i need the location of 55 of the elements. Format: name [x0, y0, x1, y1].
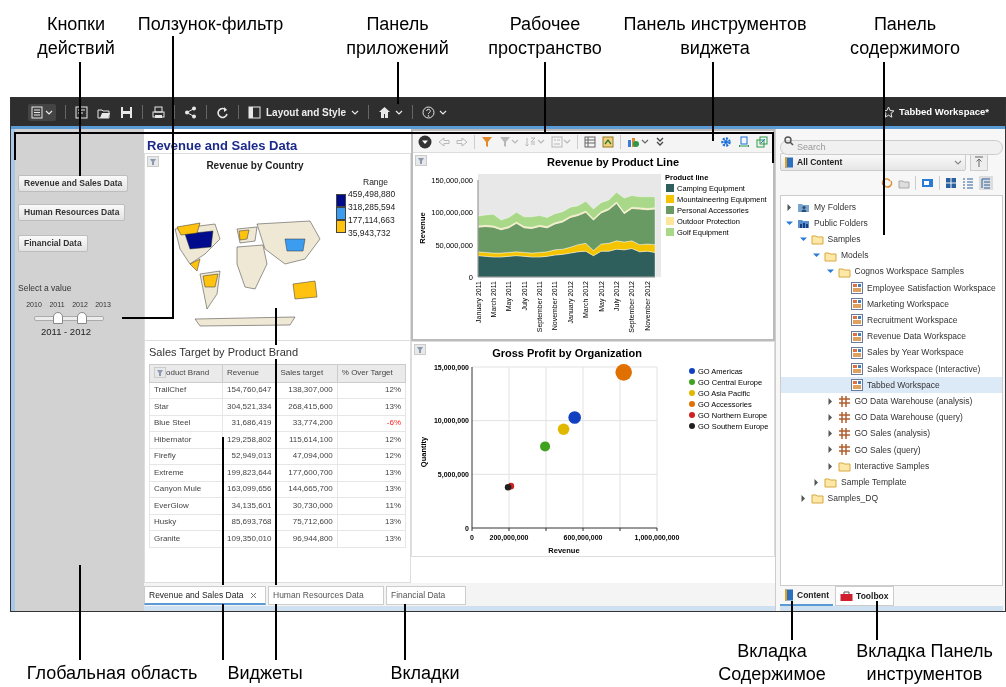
- table-cell: 12%: [337, 431, 406, 448]
- table-cell: 96,944,800: [276, 530, 338, 547]
- table-cell: 12%: [337, 382, 406, 399]
- table-cell: 13%: [337, 464, 406, 481]
- callout-label: Вкладка Панель инструментов: [855, 640, 994, 686]
- table-cell: Firefly: [149, 448, 223, 465]
- table-cell: Husky: [149, 514, 223, 531]
- callout-label: Кнопки действий: [36, 13, 116, 60]
- callout-label: Рабочее пространство: [487, 13, 603, 60]
- table-cell: 13%: [337, 514, 406, 531]
- table-cell: 11%: [337, 497, 406, 514]
- table-cell: 268,415,600: [276, 398, 338, 415]
- slider-value: 2011 - 2012: [41, 325, 92, 340]
- table-cell: Hibernator: [149, 431, 223, 448]
- legend-label: 459,498,880: [348, 188, 396, 201]
- table-cell: 12%: [337, 448, 406, 465]
- callout-label: Ползунок-фильтр: [136, 13, 285, 36]
- callout-label: Вкладка Содержимое: [717, 640, 827, 686]
- table-cell: 144,665,700: [276, 481, 338, 498]
- table-cell: 138,307,000: [276, 382, 338, 399]
- workspace-name: Tabbed Workspace*: [899, 104, 989, 119]
- legend-label: 318,285,594: [348, 201, 396, 214]
- table-cell: EverGlow: [149, 497, 223, 514]
- callout-label: Виджеты: [226, 662, 304, 685]
- column-header-label: oduct Brand: [166, 368, 210, 377]
- table-cell: Granite: [149, 530, 223, 547]
- dropdown-value: All Content: [797, 155, 844, 169]
- table-cell: 33,774,200: [276, 415, 338, 432]
- callout-label: Панель инструментов виджета: [622, 13, 808, 60]
- legend-label: 177,114,663: [348, 214, 396, 227]
- chart-title: Revenue by Product Line: [547, 156, 679, 168]
- table-cell: Extreme: [149, 464, 223, 481]
- table-cell: 13%: [337, 398, 406, 415]
- callout-label: Вкладки: [389, 662, 461, 685]
- legend-title: Range: [363, 176, 389, 189]
- callout-label: Глобальная область: [25, 662, 199, 685]
- widget-title: Sales Target by Product Brand: [149, 345, 299, 360]
- table-cell: 13%: [337, 530, 406, 547]
- chart-title: Gross Profit by Organization: [492, 347, 642, 359]
- table-cell: 177,600,700: [276, 464, 338, 481]
- table-cell: Canyon Mule: [149, 481, 223, 498]
- chart-title: Revenue by Country: [205, 159, 305, 173]
- slider-label: Select a value: [18, 282, 73, 295]
- table-cell: 47,094,000: [276, 448, 338, 465]
- callout-label: Панель приложений: [345, 13, 450, 60]
- legend-label: 35,943,732: [348, 227, 392, 240]
- table-cell: 30,730,000: [276, 497, 338, 514]
- table-cell: 13%: [337, 481, 406, 498]
- table-cell: Blue Steel: [149, 415, 223, 432]
- table-cell: -6%: [337, 415, 406, 432]
- table-cell: 75,712,600: [276, 514, 338, 531]
- callout-label: Панель содержимого: [849, 13, 961, 60]
- table-cell: TrailChef: [149, 382, 223, 399]
- table-cell: 115,614,100: [276, 431, 338, 448]
- table-cell: Star: [149, 398, 223, 415]
